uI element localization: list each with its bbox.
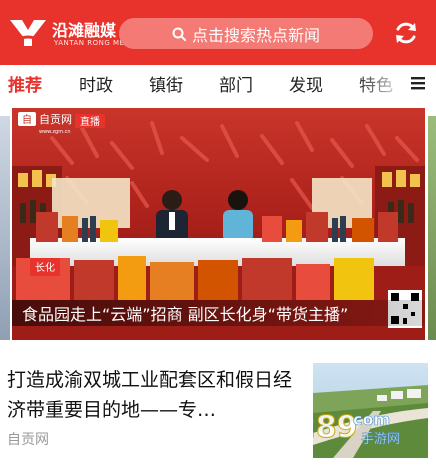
watermark-number: 289 [313,410,358,445]
news-title[interactable]: 打造成渝双城工业配套区和假日经济带重要目的地——专… [7,365,297,425]
live-badge: 直播 [80,115,100,128]
news-thumbnail-image: 289 com 手游网 [313,363,428,458]
banner-image: 自 自贡网 www.zgm.cn 直播 长化 食品园走上“云端”招商 副区长化身… [12,108,425,340]
search-placeholder: 点击搜索热点新闻 [191,25,320,45]
channel-logo-icon: 自 [18,112,36,126]
tab-politics[interactable]: 时政 [79,71,113,96]
category-tabs: 推荐 时政 镇街 部门 发现 特色 [0,65,436,103]
tab-departments[interactable]: 部门 [219,71,253,96]
channel-url: www.zgm.cn [39,129,71,135]
watermark-suffix: com [353,410,390,429]
news-list-item[interactable]: 打造成渝双城工业配套区和假日经济带重要目的地——专… 自贡网 289 com 手… [0,355,436,467]
tab-discover[interactable]: 发现 [289,71,323,96]
tab-towns[interactable]: 镇街 [149,71,183,96]
channel-logo-text: 自贡网 [39,113,72,126]
refresh-icon[interactable] [391,18,421,48]
news-source: 自贡网 [7,432,49,448]
app-logo[interactable]: 沿滩融媒 YANTAN RONG MEI [8,12,127,52]
banner-caption: 食品园走上“云端”招商 副区长化身“带货主播” [22,305,348,324]
logo-subtitle: YANTAN RONG MEI [54,39,128,47]
next-slide-peek[interactable] [428,116,436,340]
logo-name: 沿滩融媒 [52,21,117,40]
prev-slide-peek[interactable] [0,116,10,340]
tab-recommend[interactable]: 推荐 [8,71,42,96]
logo-mark-icon [10,20,46,46]
menu-icon[interactable] [410,75,426,91]
app-header: 沿滩融媒 YANTAN RONG MEI 点击搜索热点新闻 [0,0,436,65]
watermark-sub: 手游网 [361,432,400,447]
featured-banner[interactable]: 自 自贡网 www.zgm.cn 直播 长化 食品园走上“云端”招商 副区长化身… [12,108,425,340]
search-bar[interactable]: 点击搜索热点新闻 [119,18,373,49]
search-icon [172,27,186,41]
news-thumbnail[interactable]: 289 com 手游网 [313,363,428,458]
tabs-fade [356,65,406,103]
svg-text:自: 自 [22,113,32,126]
stage-sign: 长化 [35,261,55,274]
